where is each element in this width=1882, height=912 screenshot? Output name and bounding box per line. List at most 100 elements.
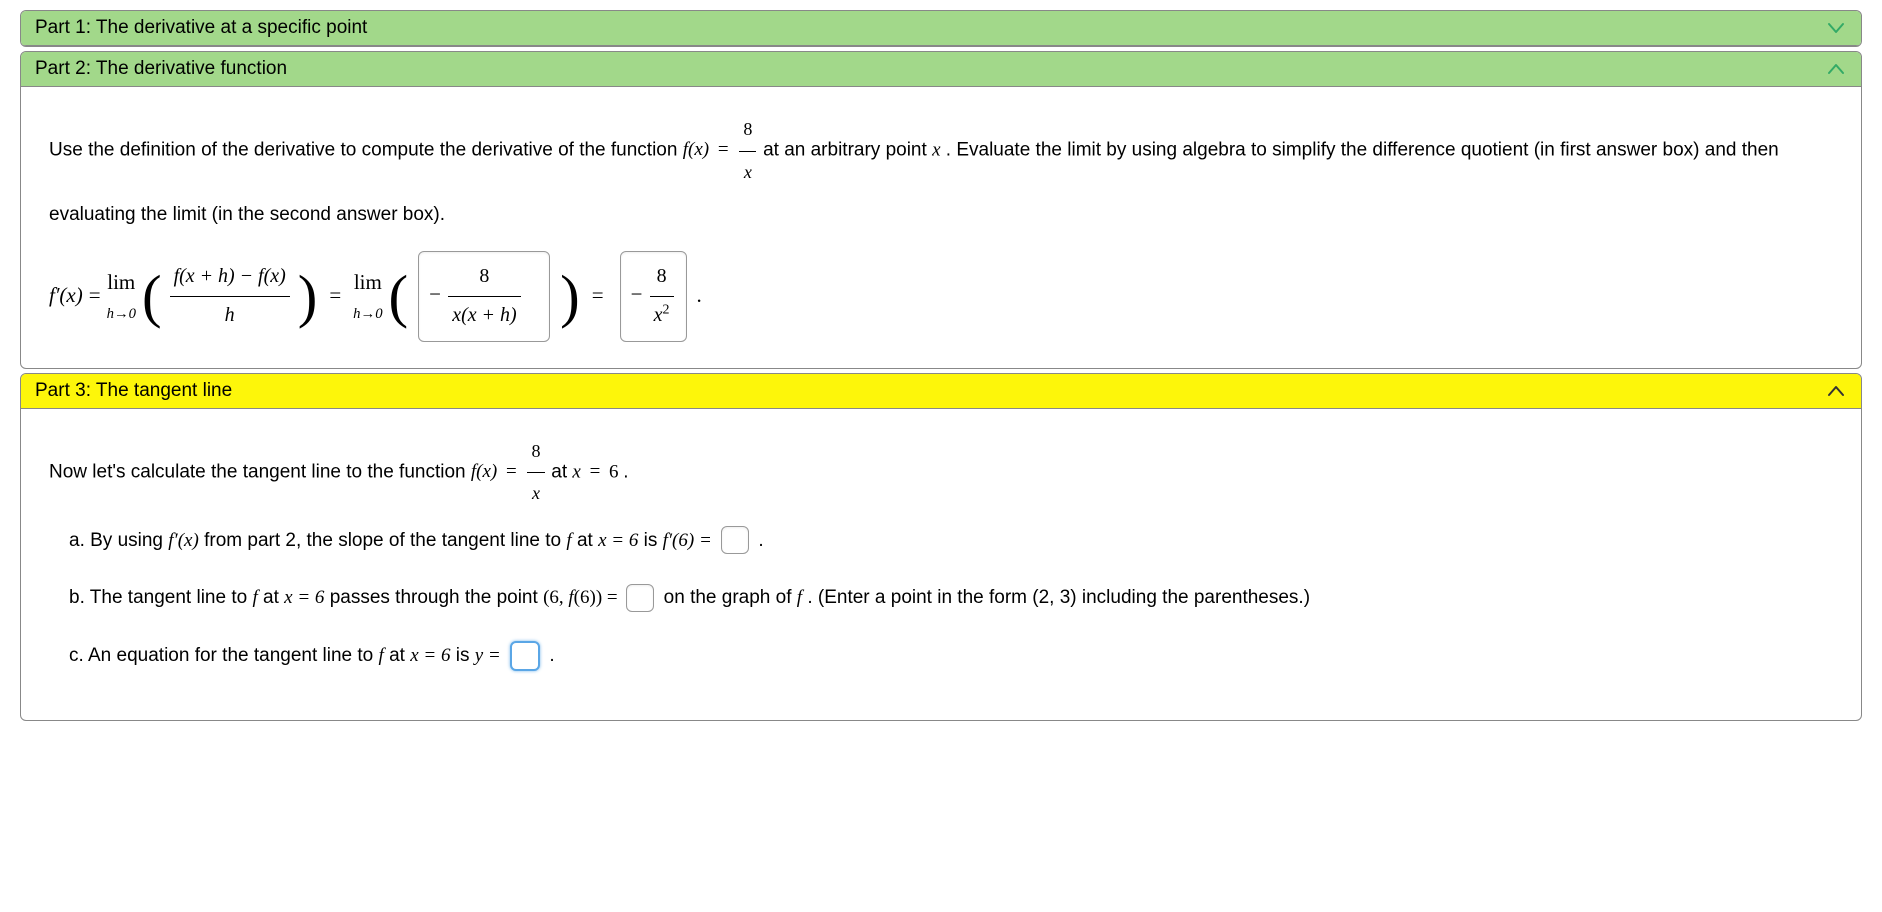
- t: f(x): [683, 139, 709, 160]
- text: . (Enter a point in the form (2, 3) incl…: [807, 587, 1310, 608]
- t: x = 6: [598, 530, 638, 551]
- answer-box-slope[interactable]: [721, 526, 749, 554]
- text: b. The tangent line to: [69, 587, 252, 608]
- t: lim: [353, 263, 382, 303]
- text: Use the definition of the derivative to …: [49, 139, 683, 160]
- text: at: [551, 461, 572, 482]
- question-b: b. The tangent line to f at x = 6 passes…: [69, 578, 1833, 618]
- limit: lim h→0: [107, 263, 136, 329]
- t: f′(x): [49, 276, 83, 316]
- text: from part 2, the slope of the tangent li…: [204, 530, 566, 551]
- t: 8: [739, 109, 756, 151]
- t: f: [379, 645, 384, 666]
- text: .: [623, 461, 628, 482]
- t: x(x + h): [448, 296, 520, 335]
- part2-title: Part 2: The derivative function: [35, 58, 287, 80]
- t: x2: [650, 296, 674, 335]
- part3-header[interactable]: Part 3: The tangent line: [21, 374, 1861, 409]
- part2-header[interactable]: Part 2: The derivative function: [21, 52, 1861, 87]
- t: =: [89, 276, 101, 316]
- t: −: [631, 282, 643, 306]
- t: 8: [650, 258, 674, 296]
- text: at: [577, 530, 598, 551]
- text: on the graph of: [664, 587, 797, 608]
- t: f′(x): [168, 530, 199, 551]
- point-expr: (6, f(6)) =: [543, 587, 622, 608]
- func-expr: f(x) = 8 x: [471, 461, 551, 482]
- answer-box-equation[interactable]: [510, 641, 540, 671]
- t: f(x + h) − f(x): [170, 258, 290, 296]
- question-c: c. An equation for the tangent line to f…: [69, 636, 1833, 676]
- text: Now let's calculate the tangent line to …: [49, 461, 471, 482]
- rparen-icon: ): [560, 273, 580, 320]
- text: at an arbitrary point: [763, 139, 932, 160]
- part3-title: Part 3: The tangent line: [35, 380, 232, 402]
- text: at: [389, 645, 410, 666]
- ans2-frac: 8 x2: [650, 258, 674, 335]
- t: f′(6) =: [663, 530, 712, 551]
- t: h: [170, 296, 290, 335]
- text: passes through the point: [330, 587, 543, 608]
- ans1-frac: 8 x(x + h): [448, 258, 520, 335]
- answer-box-simplified[interactable]: − 8 x(x + h): [418, 251, 550, 342]
- text: .: [758, 530, 763, 551]
- frac: 8 x: [739, 109, 756, 193]
- chevron-down-icon: [1825, 17, 1847, 39]
- part3-body: Now let's calculate the tangent line to …: [21, 409, 1861, 721]
- lparen-icon: (: [389, 273, 409, 320]
- at-x: x = 6: [572, 461, 623, 482]
- text: is: [456, 645, 475, 666]
- part1-panel: Part 1: The derivative at a specific poi…: [20, 10, 1862, 47]
- chevron-up-icon: [1825, 58, 1847, 80]
- t: x = 6: [284, 587, 324, 608]
- difference-quotient: f(x + h) − f(x) h: [170, 258, 290, 335]
- question-list: a. By using f′(x) from part 2, the slope…: [49, 521, 1833, 677]
- t: y =: [475, 645, 501, 666]
- t: x: [527, 472, 544, 515]
- func-expr: f(x) = 8 x: [683, 139, 763, 160]
- part2-intro: Use the definition of the derivative to …: [49, 109, 1833, 237]
- lparen-icon: (: [142, 273, 162, 320]
- t: −: [429, 282, 441, 306]
- t: =: [586, 276, 610, 316]
- part2-panel: Part 2: The derivative function Use the …: [20, 51, 1862, 369]
- t: =: [502, 461, 521, 482]
- chevron-up-icon: [1825, 380, 1847, 402]
- t: 8: [448, 258, 520, 296]
- period: .: [697, 276, 702, 316]
- question-a: a. By using f′(x) from part 2, the slope…: [69, 521, 1833, 561]
- t: f(x): [471, 461, 497, 482]
- text: c. An equation for the tangent line to: [69, 645, 379, 666]
- text: is: [644, 530, 663, 551]
- t: f: [566, 530, 571, 551]
- t: =: [586, 461, 605, 482]
- text: at: [263, 587, 284, 608]
- t: f: [252, 587, 257, 608]
- derivative-equation: f′(x) = lim h→0 ( f(x + h) − f(x) h ) = …: [49, 251, 1833, 342]
- t: 2: [663, 302, 670, 317]
- t: x: [739, 151, 756, 194]
- rparen-icon: ): [298, 273, 318, 320]
- part2-body: Use the definition of the derivative to …: [21, 87, 1861, 368]
- part1-header[interactable]: Part 1: The derivative at a specific poi…: [21, 11, 1861, 46]
- text: .: [549, 645, 554, 666]
- t: 8: [527, 431, 544, 473]
- t: =: [323, 276, 347, 316]
- var-x: x: [932, 139, 940, 160]
- t: 6: [609, 461, 619, 482]
- t: lim: [107, 263, 136, 303]
- t: =: [714, 139, 733, 160]
- frac: 8 x: [527, 431, 544, 515]
- t: h→0: [107, 301, 136, 329]
- t: x: [572, 461, 580, 482]
- text: a. By using: [69, 530, 168, 551]
- answer-box-point[interactable]: [626, 584, 654, 612]
- part3-intro: Now let's calculate the tangent line to …: [49, 431, 1833, 515]
- t: f: [797, 587, 802, 608]
- t: h→0: [353, 301, 382, 329]
- t: x = 6: [410, 645, 450, 666]
- limit: lim h→0: [353, 263, 382, 329]
- answer-box-limit[interactable]: − 8 x2: [620, 251, 687, 342]
- t: x: [654, 304, 663, 326]
- part1-title: Part 1: The derivative at a specific poi…: [35, 17, 367, 39]
